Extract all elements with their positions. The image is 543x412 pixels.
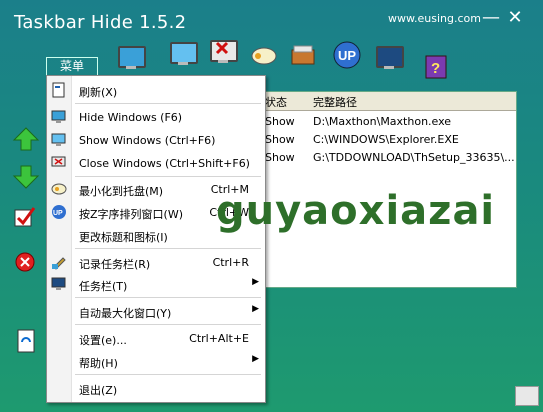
row-path: C:\WINDOWS\Explorer.EXE: [313, 133, 459, 146]
tray-icon: [51, 183, 67, 195]
hide-window-icon: [51, 110, 66, 123]
table-row[interactable]: Show G:\TDDOWNLOAD\ThSetup_33635\...: [263, 149, 516, 167]
menu-item-label: 刷新(X): [79, 86, 118, 99]
hide-window-icon[interactable]: [116, 44, 146, 72]
menu-item-record-taskbar[interactable]: 记录任务栏(R) Ctrl+R: [47, 251, 265, 273]
menu-item-label: 退出(Z): [79, 384, 118, 397]
menu-separator: [75, 374, 261, 375]
svg-text:UP: UP: [53, 210, 63, 217]
menu-tab[interactable]: 菜单: [46, 57, 98, 77]
menu-separator: [75, 176, 261, 177]
menu-item-settings[interactable]: 设置(e)... Ctrl+Alt+E: [47, 327, 265, 349]
submenu-arrow-icon: ▶: [252, 354, 259, 364]
row-path: D:\Maxthon\Maxthon.exe: [313, 115, 452, 128]
menu-separator: [75, 324, 261, 325]
svg-text:UP: UP: [338, 48, 356, 63]
menu-item-label: 记录任务栏(R): [79, 258, 151, 271]
arrow-down-icon[interactable]: [12, 164, 40, 190]
menu-item-shortcut: Ctrl+R: [212, 256, 249, 269]
menu-item-label: Show Windows (Ctrl+F6): [79, 134, 216, 147]
up-icon: UP: [52, 205, 66, 219]
delete-icon[interactable]: [12, 250, 40, 276]
chat-icon[interactable]: [248, 44, 278, 72]
menu-separator: [75, 297, 261, 298]
taskbar-icon: [51, 277, 66, 290]
submenu-arrow-icon: ▶: [252, 277, 259, 287]
monitor-icon[interactable]: [374, 44, 404, 72]
row-status: Show: [265, 133, 295, 146]
watermark: guyaoxiazai: [216, 188, 496, 234]
row-status: Show: [265, 151, 295, 164]
menu-item-hide-windows[interactable]: Hide Windows (F6): [47, 106, 265, 128]
menu-item-label: 更改标题和图标(I): [79, 231, 168, 244]
menu-item-label: Hide Windows (F6): [79, 111, 183, 124]
window-title: Taskbar Hide 1.5.2: [14, 12, 187, 33]
show-window-icon: [51, 133, 66, 146]
up-icon[interactable]: UP: [332, 40, 362, 69]
menu-item-show-windows[interactable]: Show Windows (Ctrl+F6): [47, 129, 265, 151]
menu-item-auto-maximize[interactable]: 自动最大化窗口(Y) ▶: [47, 300, 265, 322]
menu-item-label: 按Z字序排列窗口(W): [79, 208, 183, 221]
close-button[interactable]: ✕: [506, 9, 524, 28]
column-status[interactable]: 状态: [265, 94, 287, 110]
submenu-arrow-icon: ▶: [252, 304, 259, 314]
row-path: G:\TDDOWNLOAD\ThSetup_33635\...: [313, 151, 515, 164]
document-icon[interactable]: [12, 328, 40, 354]
menu-item-close-windows[interactable]: Close Windows (Ctrl+Shift+F6): [47, 152, 265, 174]
menu-item-shortcut: Ctrl+Alt+E: [189, 332, 249, 345]
menu-item-refresh[interactable]: 刷新(X): [47, 79, 265, 101]
context-menu: 刷新(X) Hide Windows (F6) Show Windows (Ct…: [46, 75, 266, 403]
menu-item-label: 任务栏(T): [79, 280, 128, 293]
minimize-button[interactable]: —: [482, 9, 500, 28]
menu-item-label: 帮助(H): [79, 357, 118, 370]
app-window: Taskbar Hide 1.5.2 www.eusing.com — ✕ UP…: [0, 0, 543, 412]
menu-item-label: 最小化到托盘(M): [79, 185, 164, 198]
record-icon: [52, 257, 66, 270]
refresh-icon: [52, 82, 65, 98]
menu-separator: [75, 103, 261, 104]
row-status: Show: [265, 115, 295, 128]
menu-item-exit[interactable]: 退出(Z): [47, 377, 265, 399]
svg-text:?: ?: [431, 60, 440, 77]
menu-item-label: 设置(e)...: [79, 334, 127, 347]
list-header: 状态 完整路径: [263, 92, 516, 111]
website-link[interactable]: www.eusing.com: [388, 12, 481, 25]
table-row[interactable]: Show D:\Maxthon\Maxthon.exe: [263, 113, 516, 131]
close-window-icon: [51, 156, 66, 167]
column-path[interactable]: 完整路径: [313, 94, 357, 110]
check-icon[interactable]: [12, 204, 40, 230]
help-book-icon[interactable]: ?: [422, 52, 452, 80]
resize-grip[interactable]: [515, 386, 539, 406]
show-window-icon[interactable]: [168, 40, 198, 68]
close-window-icon[interactable]: [208, 38, 238, 66]
menu-item-label: Close Windows (Ctrl+Shift+F6): [79, 157, 250, 170]
menu-item-taskbar[interactable]: 任务栏(T) ▶: [47, 273, 265, 295]
menu-item-help[interactable]: 帮助(H) ▶: [47, 350, 265, 372]
menu-separator: [75, 248, 261, 249]
table-row[interactable]: Show C:\WINDOWS\Explorer.EXE: [263, 131, 516, 149]
menu-item-label: 自动最大化窗口(Y): [79, 307, 172, 320]
arrow-up-icon[interactable]: [12, 126, 40, 152]
tray-box-icon[interactable]: [288, 42, 318, 70]
